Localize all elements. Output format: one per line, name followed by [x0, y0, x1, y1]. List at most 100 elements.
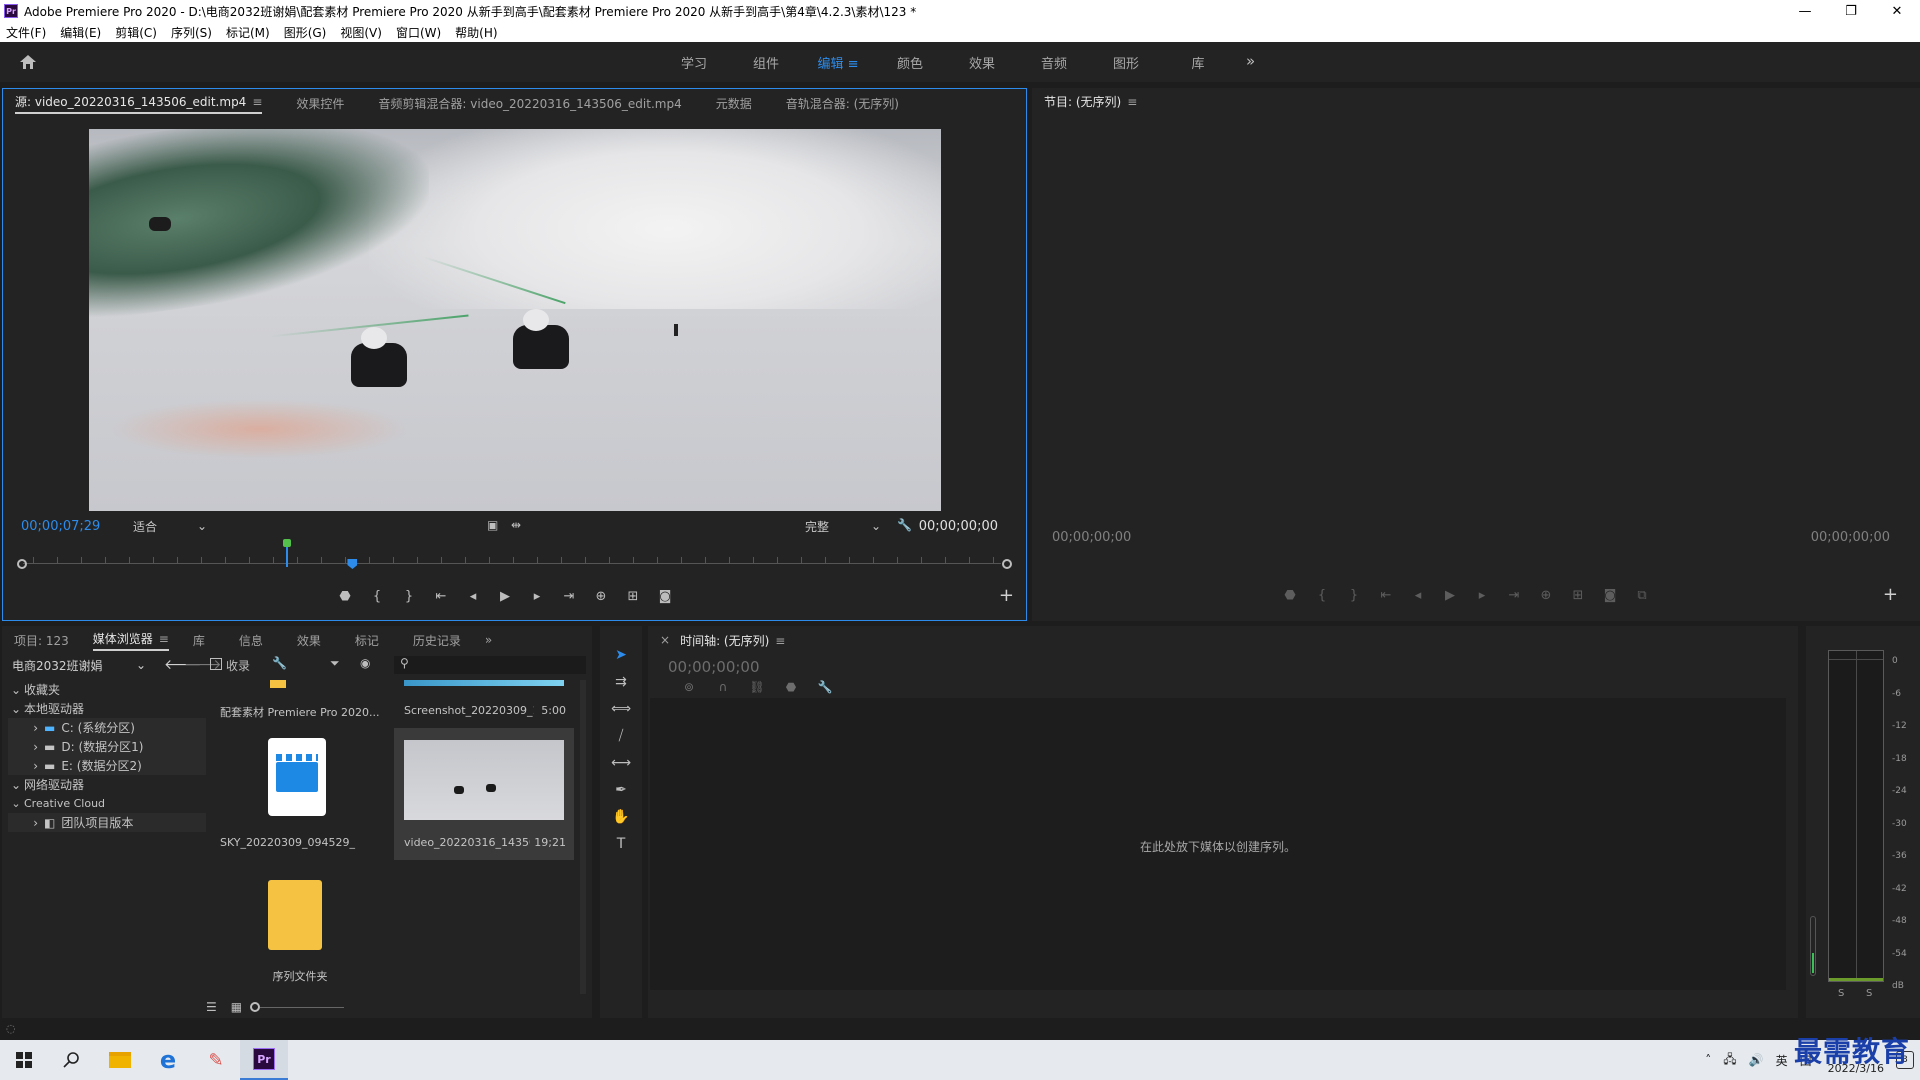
add-marker-icon[interactable]: ⬣	[1274, 588, 1306, 603]
tab-info[interactable]: 信息	[239, 632, 263, 649]
source-video-frame[interactable]	[89, 129, 941, 511]
zoom-handle-left[interactable]	[17, 559, 27, 569]
tab-project[interactable]: 项目: 123	[14, 632, 69, 649]
media-item-sky-video[interactable]: SKY_20220309_094529_	[210, 728, 390, 860]
workspace-tab-effects[interactable]: 效果	[946, 53, 1018, 72]
minimize-button[interactable]: —	[1782, 0, 1828, 22]
playback-resolution-dropdown[interactable]: 完整 ⌄	[801, 517, 885, 535]
paint-app-icon[interactable]: ✎	[192, 1040, 240, 1080]
solo-right-button[interactable]: S	[1866, 988, 1872, 999]
tree-item-creative-cloud[interactable]: ⌄ Creative Cloud	[8, 794, 206, 813]
hand-tool-icon[interactable]: ✋	[600, 804, 642, 831]
menu-clip[interactable]: 剪辑(C)	[115, 24, 157, 41]
nest-icon[interactable]: ⊚	[672, 680, 706, 694]
menu-file[interactable]: 文件(F)	[6, 24, 46, 41]
workspace-overflow-icon[interactable]: »	[1246, 52, 1255, 70]
add-marker-icon[interactable]: ⬣	[329, 589, 361, 604]
tree-item-drive-c[interactable]: › ▬ C: (系统分区)	[8, 718, 206, 737]
icon-view-icon[interactable]: ▦	[231, 1000, 242, 1014]
search-icon[interactable]	[48, 1040, 96, 1080]
insert-icon[interactable]: ⊕	[585, 589, 617, 604]
extract-icon[interactable]: ⊞	[1562, 588, 1594, 603]
panel-menu-icon[interactable]: ≡	[159, 632, 169, 646]
play-icon[interactable]: ▶	[1434, 588, 1466, 603]
tab-libraries[interactable]: 库	[193, 632, 205, 649]
tab-program[interactable]: 节目: (无序列) ≡	[1044, 93, 1137, 112]
step-forward-icon[interactable]: ▸	[1466, 588, 1498, 603]
snap-icon[interactable]: ∩	[706, 680, 740, 694]
workspace-menu-icon[interactable]: ≡	[848, 57, 859, 72]
tree-item-team-projects[interactable]: › ◧ 团队项目版本	[8, 813, 206, 832]
safe-margins-icon[interactable]: ▣	[487, 518, 498, 532]
media-item-video-selected[interactable]: video_20220316_14350... 19;21	[394, 728, 574, 860]
camera-icon[interactable]: ◙	[1594, 588, 1626, 603]
panel-menu-icon[interactable]: ≡	[1127, 95, 1137, 109]
ingest-checkbox[interactable]	[210, 658, 222, 670]
panel-menu-icon[interactable]: ≡	[252, 95, 262, 109]
menu-edit[interactable]: 编辑(E)	[60, 24, 101, 41]
media-item-screenshot[interactable]: Screenshot_20220309_14... 5:00	[394, 680, 574, 724]
meter-scroll-handle[interactable]	[1810, 916, 1816, 976]
play-icon[interactable]: ▶	[489, 589, 521, 604]
render-status-icon[interactable]: ◌	[6, 1022, 16, 1035]
menu-sequence[interactable]: 序列(S)	[171, 24, 212, 41]
location-dropdown[interactable]: 电商2032班谢娟 ⌄	[8, 656, 150, 674]
go-to-in-icon[interactable]: ⇤	[1370, 588, 1402, 603]
tab-metadata[interactable]: 元数据	[716, 95, 752, 112]
media-grid-scrollbar[interactable]	[580, 680, 586, 994]
menu-graphics[interactable]: 图形(G)	[284, 24, 327, 41]
slip-tool-icon[interactable]: ⟷	[600, 750, 642, 777]
tree-item-drive-d[interactable]: › ▬ D: (数据分区1)	[8, 737, 206, 756]
premiere-taskbar-icon[interactable]: Pr	[240, 1040, 288, 1080]
timeline-timecode[interactable]: 00;00;00;00	[668, 658, 760, 676]
filter-icon[interactable]: ⏷	[330, 656, 340, 671]
menu-help[interactable]: 帮助(H)	[455, 24, 497, 41]
mark-out-icon[interactable]: }	[393, 589, 425, 604]
ripple-edit-tool-icon[interactable]: ⟺	[600, 696, 642, 723]
tab-effect-controls[interactable]: 效果控件	[296, 95, 344, 112]
workspace-tab-assembly[interactable]: 组件	[730, 53, 802, 72]
start-button[interactable]	[0, 1040, 48, 1080]
tree-item-network-drives[interactable]: ⌄ 网络驱动器	[8, 775, 206, 794]
go-to-out-icon[interactable]: ⇥	[553, 589, 585, 604]
workspace-tab-graphics[interactable]: 图形	[1090, 53, 1162, 72]
menu-view[interactable]: 视图(V)	[340, 24, 382, 41]
solo-left-button[interactable]: S	[1838, 988, 1844, 999]
menu-window[interactable]: 窗口(W)	[396, 24, 441, 41]
tab-history[interactable]: 历史记录	[413, 632, 461, 649]
tab-effects[interactable]: 效果	[297, 632, 321, 649]
tab-audio-clip-mixer[interactable]: 音频剪辑混合器: video_20220316_143506_edit.mp4	[378, 95, 681, 112]
restore-button[interactable]: ❐	[1828, 0, 1874, 22]
file-explorer-icon[interactable]	[96, 1040, 144, 1080]
home-icon[interactable]	[14, 50, 42, 74]
tab-markers[interactable]: 标记	[355, 632, 379, 649]
media-item-folder-top[interactable]: 配套素材 Premiere Pro 2020...	[210, 680, 390, 724]
overwrite-icon[interactable]: ⊞	[617, 589, 649, 604]
thumbnail-size-slider[interactable]	[260, 1006, 345, 1008]
go-to-in-icon[interactable]: ⇤	[425, 589, 457, 604]
selection-tool-icon[interactable]: ➤	[600, 642, 642, 669]
tab-media-browser[interactable]: 媒体浏览器 ≡	[92, 630, 169, 651]
tray-overflow-icon[interactable]: ˄	[1705, 1053, 1711, 1067]
wrench-icon[interactable]: 🔧	[272, 656, 287, 670]
add-marker-icon[interactable]: ⬣	[774, 680, 808, 694]
zoom-handle-right[interactable]	[1002, 559, 1012, 569]
track-select-tool-icon[interactable]: ⇉	[600, 669, 642, 696]
panel-menu-icon[interactable]: ≡	[775, 634, 785, 648]
source-playhead[interactable]	[347, 559, 358, 569]
drag-video-icon[interactable]: ⇹	[511, 518, 521, 532]
tab-source[interactable]: 源: video_20220316_143506_edit.mp4 ≡	[15, 93, 263, 114]
close-button[interactable]: ✕	[1874, 0, 1920, 22]
network-icon[interactable]: 🖧	[1723, 1050, 1736, 1071]
tree-item-favorites[interactable]: ⌄ 收藏夹	[8, 680, 206, 699]
tree-item-local-drives[interactable]: ⌄ 本地驱动器	[8, 699, 206, 718]
button-editor-plus-icon[interactable]: +	[999, 585, 1014, 606]
comparison-view-icon[interactable]: ⧉	[1626, 588, 1658, 603]
media-item-sequence-folder[interactable]: 序列文件夹	[210, 862, 390, 990]
workspace-tab-audio[interactable]: 音频	[1018, 53, 1090, 72]
menu-markers[interactable]: 标记(M)	[226, 24, 270, 41]
thumbnail-size-slider-handle[interactable]	[250, 1002, 261, 1012]
workspace-tab-editing[interactable]: 编辑 ≡	[802, 53, 874, 72]
go-to-out-icon[interactable]: ⇥	[1498, 588, 1530, 603]
step-forward-icon[interactable]: ▸	[521, 589, 553, 604]
